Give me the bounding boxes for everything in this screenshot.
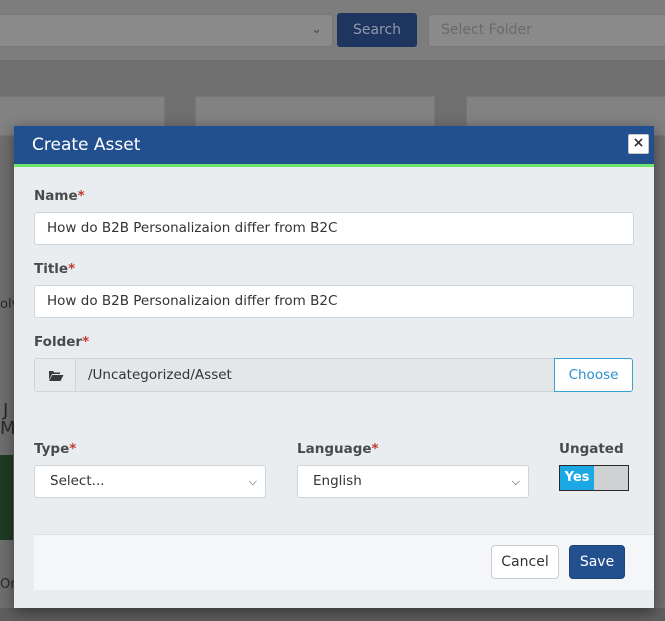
ungated-label: Ungated [559,441,624,457]
background-folder-select[interactable]: Select Folder [428,14,665,47]
language-select-value: English [313,473,362,489]
folder-input-group: /Uncategorized/Asset Choose [34,358,633,392]
name-input[interactable]: How do B2B Personalizaion differ from B2… [34,212,634,245]
folder-path-field: /Uncategorized/Asset [75,358,555,392]
title-input[interactable]: How do B2B Personalizaion differ from B2… [34,285,634,318]
required-mark: * [68,261,76,277]
required-mark: * [371,441,379,457]
type-select[interactable]: Select... ⌵ [34,465,266,498]
create-asset-modal: Create Asset × Name* How do B2B Personal… [14,126,654,608]
close-button[interactable]: × [628,134,649,154]
header-accent-bar [14,164,654,167]
chevron-down-icon: ⌵ [248,475,257,488]
language-select[interactable]: English ⌵ [297,465,529,498]
title-label: Title* [34,261,75,277]
background-filter-select[interactable]: ⌄ [0,14,333,47]
name-label: Name* [34,188,85,204]
type-select-value: Select... [50,473,105,489]
title-label-text: Title [34,261,69,277]
type-label: Type* [34,441,76,457]
required-mark: * [82,334,90,350]
chevron-down-icon: ⌵ [511,475,520,488]
language-label-text: Language [297,441,372,457]
modal-header: Create Asset × [14,126,654,164]
ungated-toggle[interactable]: Yes [559,465,629,491]
folder-icon-addon [34,358,76,392]
folder-label-text: Folder [34,334,83,350]
save-button[interactable]: Save [569,545,625,579]
chevron-down-icon: ⌄ [311,22,322,37]
folder-open-icon [49,371,64,381]
background-footer [0,608,665,621]
required-mark: * [69,441,77,457]
language-label: Language* [297,441,379,457]
name-label-text: Name [34,188,78,204]
cancel-button[interactable]: Cancel [491,545,559,579]
background-search-button[interactable]: Search [337,13,417,47]
type-label-text: Type [34,441,70,457]
modal-title: Create Asset [32,135,141,155]
choose-folder-button[interactable]: Choose [554,358,633,392]
modal-footer: Cancel Save [34,534,654,590]
close-icon: × [632,135,645,151]
toggle-on-state: Yes [560,466,594,490]
background-thumbnail [0,455,13,540]
folder-label: Folder* [34,334,89,350]
required-mark: * [77,188,85,204]
